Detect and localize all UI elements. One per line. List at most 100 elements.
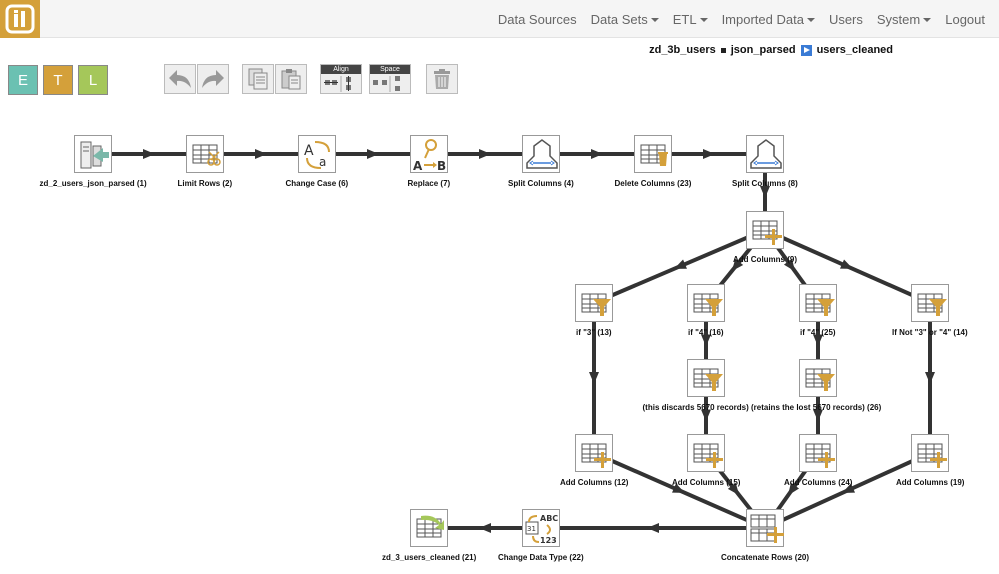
space-button[interactable]: Space bbox=[369, 64, 411, 94]
arrow-icon bbox=[925, 372, 935, 384]
arrow-icon bbox=[589, 372, 599, 384]
redo-button[interactable] bbox=[197, 64, 229, 94]
etl-node-label: Add Columns (9) bbox=[733, 255, 797, 264]
svg-text:123: 123 bbox=[540, 536, 557, 545]
etl-node-add-columns[interactable] bbox=[575, 434, 613, 472]
svg-text:A: A bbox=[413, 159, 423, 173]
arrow-icon bbox=[703, 149, 715, 159]
etl-node-label: zd_3_users_cleaned (21) bbox=[382, 553, 477, 562]
filter-icon bbox=[805, 368, 835, 391]
filter-icon bbox=[805, 293, 835, 316]
etl-node-filter[interactable] bbox=[687, 284, 725, 322]
etl-canvas[interactable]: zd_2_users_json_parsed (1) Limit Rows (2)… bbox=[0, 100, 999, 574]
copy-button[interactable] bbox=[242, 64, 274, 94]
etl-node-change-case[interactable]: Aa bbox=[298, 135, 336, 173]
nav-users[interactable]: Users bbox=[829, 12, 863, 27]
chevron-down-icon bbox=[806, 18, 815, 23]
split-icon bbox=[526, 139, 558, 169]
breadcrumb-etl: users_cleaned bbox=[816, 44, 893, 56]
etl-node-label: Split Columns (4) bbox=[508, 179, 574, 188]
etl-node-source[interactable] bbox=[74, 135, 112, 173]
arrow-icon bbox=[255, 149, 267, 159]
connections bbox=[93, 149, 935, 533]
app-logo[interactable] bbox=[0, 0, 40, 38]
etl-node-label: if "4" (16) bbox=[688, 328, 724, 337]
filter-icon bbox=[581, 293, 611, 316]
etl-node-delete-columns[interactable] bbox=[634, 135, 672, 173]
space-icon bbox=[373, 76, 400, 92]
breadcrumb-data-source[interactable]: zd_3b_users bbox=[649, 44, 716, 56]
nav-etl[interactable]: ETL bbox=[673, 12, 708, 27]
etl-node-filter[interactable] bbox=[575, 284, 613, 322]
etl-node-label: If Not "3" or "4" (14) bbox=[892, 328, 968, 337]
align-icon bbox=[324, 76, 351, 92]
chevron-down-icon bbox=[923, 18, 932, 23]
arrow-icon bbox=[673, 259, 687, 269]
load-button[interactable]: L bbox=[78, 65, 108, 95]
nav-system-label: System bbox=[876, 11, 921, 27]
redo-icon bbox=[202, 70, 224, 88]
square-separator-icon bbox=[720, 47, 726, 53]
copy-icon bbox=[248, 68, 268, 90]
nav-etl-label: ETL bbox=[672, 11, 697, 27]
chevron-down-icon bbox=[699, 18, 708, 23]
filter-icon bbox=[693, 368, 723, 391]
breadcrumb: zd_3b_users json_parsed users_cleaned bbox=[649, 44, 893, 56]
arrow-icon bbox=[479, 523, 491, 533]
nav-imported-data-label: Imported Data bbox=[721, 11, 804, 27]
etl-node-label: if "4" (25) bbox=[800, 328, 836, 337]
etl-node-label: Add Columns (12) bbox=[560, 478, 629, 487]
nav-data-sets-label: Data Sets bbox=[590, 11, 648, 27]
arrow-icon bbox=[839, 259, 853, 269]
add-columns-icon bbox=[581, 443, 611, 468]
nav-imported-data[interactable]: Imported Data bbox=[722, 12, 815, 27]
destination-icon bbox=[416, 515, 444, 538]
etl-node-add-columns[interactable] bbox=[911, 434, 949, 472]
limit-rows-icon bbox=[192, 144, 221, 166]
etl-node-filter[interactable] bbox=[687, 359, 725, 397]
etl-node-label: Add Columns (19) bbox=[896, 478, 965, 487]
nav-logout[interactable]: Logout bbox=[945, 12, 985, 27]
main-nav: Data Sources Data Sets ETL Imported Data… bbox=[498, 0, 985, 38]
paste-button[interactable] bbox=[275, 64, 307, 94]
etl-node-split[interactable] bbox=[522, 135, 560, 173]
etl-node-add-columns[interactable] bbox=[687, 434, 725, 472]
arrow-icon bbox=[647, 523, 659, 533]
etl-node-label: Change Data Type (22) bbox=[498, 553, 584, 562]
etl-node-concat[interactable] bbox=[746, 509, 784, 547]
arrow-icon bbox=[367, 149, 379, 159]
etl-node-filter[interactable] bbox=[799, 359, 837, 397]
chevron-down-icon bbox=[650, 18, 659, 23]
etl-node-label: Add Columns (24) bbox=[784, 478, 853, 487]
breadcrumb-data-set[interactable]: json_parsed bbox=[731, 44, 796, 56]
add-columns-icon bbox=[917, 443, 947, 468]
nav-data-sets[interactable]: Data Sets bbox=[591, 12, 659, 27]
space-label: Space bbox=[370, 65, 410, 74]
nav-data-sources[interactable]: Data Sources bbox=[498, 12, 577, 27]
etl-node-filter[interactable] bbox=[911, 284, 949, 322]
etl-node-limit-rows[interactable] bbox=[186, 135, 224, 173]
svg-text:A: A bbox=[304, 143, 314, 159]
transform-button[interactable]: T bbox=[43, 65, 73, 95]
filter-icon bbox=[693, 293, 723, 316]
add-columns-icon bbox=[805, 443, 835, 468]
etl-node-label: if "3" (13) bbox=[576, 328, 612, 337]
align-button[interactable]: Align bbox=[320, 64, 362, 94]
paste-icon bbox=[281, 69, 301, 90]
etl-node-label: Split Columns (8) bbox=[732, 179, 798, 188]
arrow-icon bbox=[591, 149, 603, 159]
extract-button[interactable]: E bbox=[8, 65, 38, 95]
undo-button[interactable] bbox=[164, 64, 196, 94]
add-columns-icon bbox=[752, 220, 782, 245]
etl-node-add-columns[interactable] bbox=[799, 434, 837, 472]
delete-button[interactable] bbox=[426, 64, 458, 94]
etl-node-change-type[interactable]: 31 ABC 123 bbox=[522, 509, 560, 547]
etl-node-filter[interactable] bbox=[799, 284, 837, 322]
etl-node-split[interactable] bbox=[746, 135, 784, 173]
etl-node-add-columns[interactable] bbox=[746, 211, 784, 249]
etl-node-label: Concatenate Rows (20) bbox=[721, 553, 810, 562]
svg-text:ABC: ABC bbox=[540, 514, 558, 523]
etl-node-replace[interactable]: AB bbox=[410, 135, 448, 173]
nav-system[interactable]: System bbox=[876, 11, 932, 27]
etl-node-destination[interactable] bbox=[410, 509, 448, 547]
